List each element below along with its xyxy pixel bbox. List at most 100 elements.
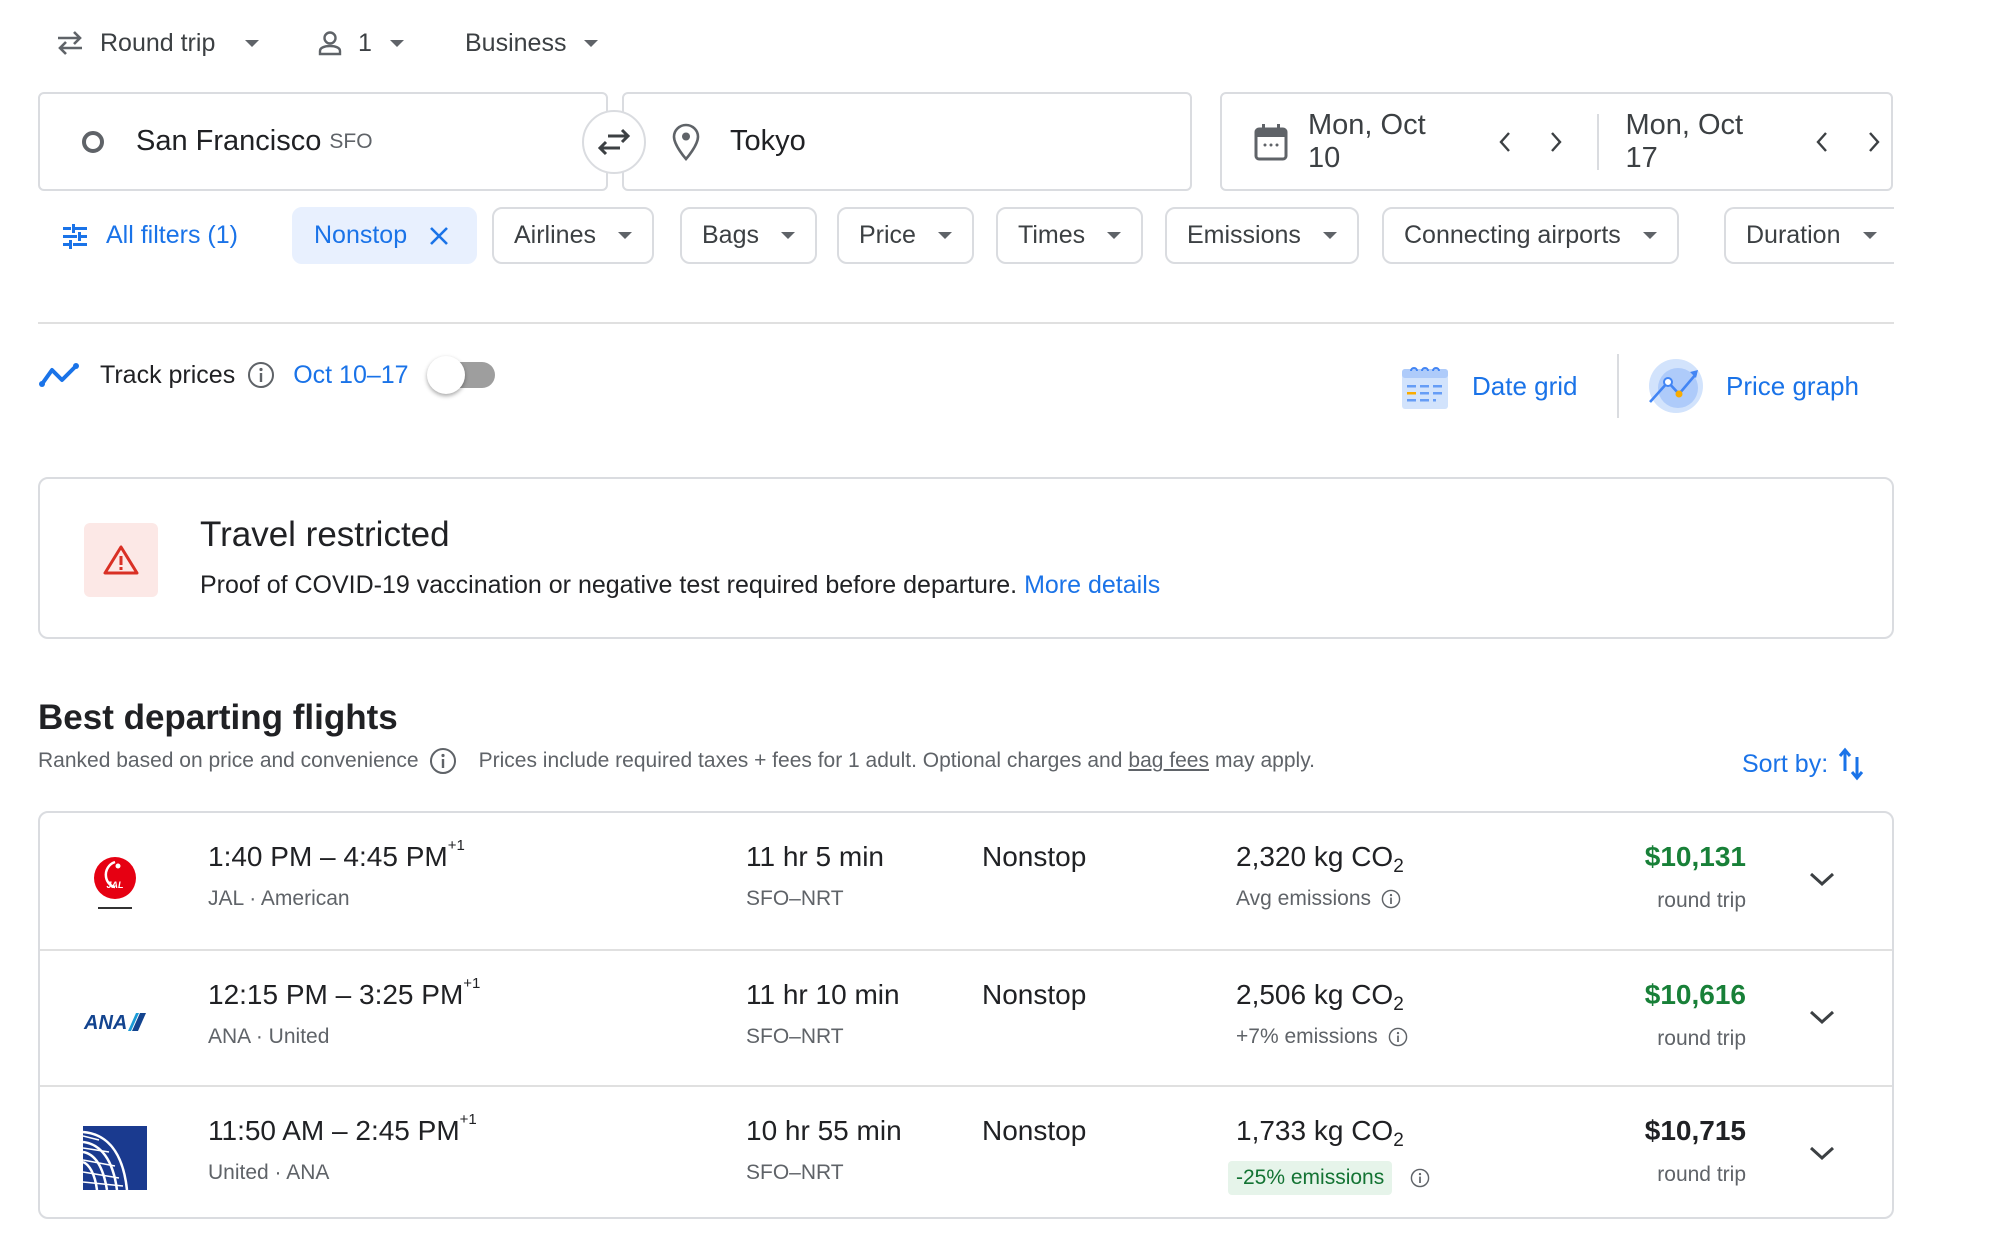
track-prices-date-range: Oct 10–17 [293, 360, 409, 389]
price-note-prefix: Prices include required taxes + fees for… [478, 749, 1123, 772]
filter-chip-connecting-airports[interactable]: Connecting airports [1382, 207, 1679, 264]
info-icon[interactable] [247, 361, 275, 389]
jal-logo: JAL [82, 851, 148, 917]
alert-body: Proof of COVID-19 vaccination or negativ… [200, 571, 1160, 600]
swap-locations-button[interactable] [582, 110, 646, 174]
all-filters-button[interactable]: All filters (1) [62, 207, 238, 264]
passenger-count: 1 [358, 28, 372, 57]
co2-value: 1,733 kg CO [1236, 1115, 1394, 1146]
chip-label: Emissions [1187, 221, 1301, 249]
emissions-info: -25% emissions [1228, 1161, 1430, 1195]
trip-type-label: Round trip [100, 28, 216, 57]
caret-down-icon [937, 232, 952, 239]
close-icon[interactable] [429, 226, 449, 246]
section-divider [38, 322, 1894, 324]
swap-arrows-icon [596, 127, 632, 157]
departure-next-day-button[interactable] [1540, 125, 1574, 159]
filter-chip-nonstop[interactable]: Nonstop [292, 207, 477, 264]
trip-type-select[interactable]: Round trip [54, 22, 260, 64]
expand-chevron-icon[interactable] [1802, 1133, 1842, 1173]
co2-amount: 2,506 kg CO2 [1236, 979, 1404, 1015]
cabin-class-label: Business [465, 28, 567, 57]
emissions-info: Avg emissions [1236, 887, 1401, 911]
price-graph-icon [1648, 358, 1704, 414]
return-prev-day-button[interactable] [1805, 125, 1839, 159]
caret-down-icon [584, 39, 599, 47]
sort-by-button[interactable]: Sort by: [1742, 744, 1864, 784]
caret-down-icon [780, 232, 795, 239]
filter-chip-times[interactable]: Times [996, 207, 1144, 264]
all-filters-label: All filters (1) [106, 221, 238, 249]
chip-label: Connecting airports [1404, 221, 1621, 249]
filter-chip-duration[interactable]: Duration [1724, 207, 1894, 264]
day-offset: +1 [447, 837, 465, 854]
caret-down-icon [1322, 232, 1337, 239]
origin-field[interactable]: San Francisco SFO [38, 92, 608, 191]
ranking-note: Ranked based on price and convenience [38, 749, 419, 772]
co2-subscript: 2 [1393, 1130, 1404, 1151]
co2-amount: 1,733 kg CO2 [1236, 1115, 1404, 1151]
more-details-link[interactable]: More details [1024, 571, 1160, 599]
flight-route: SFO–NRT [746, 887, 844, 910]
toggle-knob [426, 356, 465, 394]
expand-chevron-icon[interactable] [1802, 859, 1842, 899]
results-title: Best departing flights [38, 698, 398, 737]
sort-arrows-icon [1838, 747, 1864, 781]
origin-circle-icon [80, 129, 106, 155]
departure-prev-day-button[interactable] [1488, 125, 1522, 159]
flight-row[interactable]: JAL 1:40 PM – 4:45 PM+1 JAL · American 1… [40, 813, 1892, 949]
flight-stops: Nonstop [982, 841, 1087, 872]
date-separator [1597, 113, 1600, 170]
flight-duration: 11 hr 5 min [746, 841, 884, 872]
return-next-day-button[interactable] [1857, 125, 1891, 159]
expand-chevron-icon[interactable] [1802, 997, 1842, 1037]
destination-field[interactable]: Tokyo [622, 92, 1192, 191]
arrival-time: 4:45 PM [343, 841, 448, 872]
svg-text:ANA: ANA [83, 1012, 127, 1034]
price-type: round trip [1657, 1027, 1746, 1050]
date-grid-label: Date grid [1472, 370, 1578, 401]
filter-chip-airlines[interactable]: Airlines [492, 207, 654, 264]
departure-time: 1:40 PM [208, 841, 313, 872]
nonstop-chip-label: Nonstop [314, 221, 408, 249]
return-date[interactable]: Mon, Oct 17 [1625, 109, 1783, 175]
warning-icon [84, 523, 158, 597]
airline-names: JAL · American [208, 887, 350, 910]
day-offset: +1 [463, 975, 481, 992]
origin-city: San Francisco [136, 125, 322, 157]
flight-price: $10,131 [1644, 841, 1746, 872]
flight-route: SFO–NRT [746, 1161, 844, 1184]
chip-label: Airlines [514, 221, 596, 249]
travel-restriction-alert: Travel restricted Proof of COVID-19 vacc… [38, 477, 1894, 639]
info-icon[interactable] [1388, 1027, 1408, 1047]
caret-down-icon [617, 232, 632, 239]
location-pin-icon [672, 123, 700, 161]
date-grid-icon [1400, 361, 1450, 411]
co2-subscript: 2 [1393, 856, 1404, 877]
svg-text:JAL: JAL [106, 880, 123, 890]
filter-chip-emissions[interactable]: Emissions [1165, 207, 1359, 264]
caret-down-icon [389, 39, 404, 47]
info-icon[interactable] [1381, 889, 1401, 909]
filter-chip-price[interactable]: Price [837, 207, 974, 264]
price-graph-button[interactable]: Price graph [1648, 356, 1859, 416]
flight-price: $10,616 [1644, 979, 1746, 1010]
departure-date[interactable]: Mon, Oct 10 [1308, 109, 1466, 175]
filter-chip-bags[interactable]: Bags [680, 207, 817, 264]
day-offset: +1 [459, 1111, 477, 1128]
date-grid-button[interactable]: Date grid [1400, 356, 1578, 416]
info-icon[interactable] [1410, 1168, 1430, 1188]
caret-down-icon [1862, 232, 1877, 239]
info-icon[interactable] [429, 747, 457, 775]
flight-row[interactable]: 11:50 AM – 2:45 PM+1 United · ANA 10 hr … [40, 1085, 1892, 1217]
flight-row[interactable]: ANA 12:15 PM – 3:25 PM+1 ANA · United 11… [40, 949, 1892, 1085]
arrival-time: 3:25 PM [359, 979, 464, 1010]
track-prices-toggle[interactable] [426, 354, 497, 396]
bag-fees-link[interactable]: bag fees [1128, 749, 1209, 773]
cabin-class-select[interactable]: Business [465, 22, 599, 64]
flight-price: $10,715 [1644, 1115, 1746, 1146]
sort-label: Sort by: [1742, 749, 1829, 778]
date-range-field[interactable]: Mon, Oct 10 Mon, Oct 17 [1220, 92, 1893, 191]
caret-down-icon [245, 39, 260, 47]
passenger-select[interactable]: 1 [316, 22, 404, 64]
